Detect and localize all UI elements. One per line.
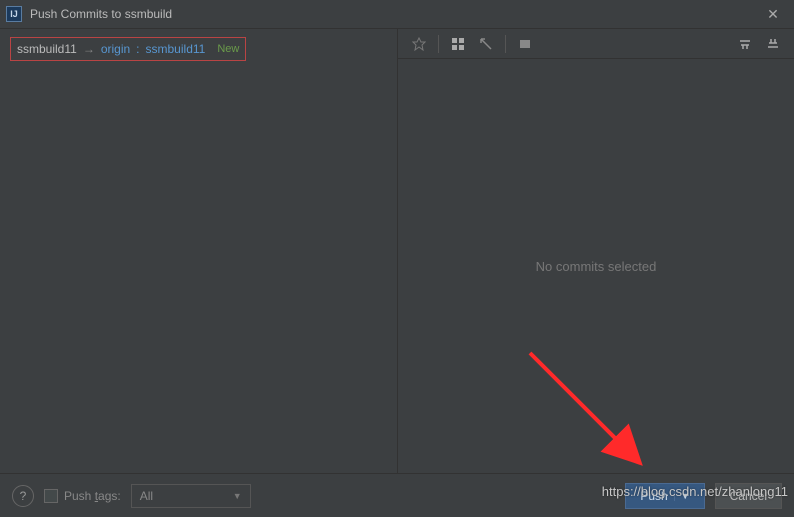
bottom-bar: ? Push tags: All ▼ Push ▼ Cancel xyxy=(0,473,794,517)
push-tags-label: Push tags: xyxy=(64,489,121,503)
push-button-label: Push xyxy=(640,489,667,503)
empty-state: No commits selected xyxy=(398,59,794,473)
push-dropdown-arrow-icon[interactable]: ▼ xyxy=(674,491,690,501)
cancel-button-label: Cancel xyxy=(730,489,767,503)
collapse-all-icon[interactable] xyxy=(734,33,756,55)
diff-toolbar xyxy=(398,29,794,59)
colon: : xyxy=(136,42,139,56)
help-button[interactable]: ? xyxy=(12,485,34,507)
checkbox-icon[interactable] xyxy=(44,489,58,503)
push-tags-combo[interactable]: All ▼ xyxy=(131,484,251,508)
empty-state-text: No commits selected xyxy=(536,259,657,274)
group-by-icon[interactable] xyxy=(447,33,469,55)
app-icon: IJ xyxy=(6,6,22,22)
window-title: Push Commits to ssmbuild xyxy=(30,7,758,21)
arrow-icon: → xyxy=(83,42,95,56)
push-button[interactable]: Push ▼ xyxy=(625,483,704,509)
expand-icon[interactable] xyxy=(475,33,497,55)
separator xyxy=(505,35,506,53)
title-bar: IJ Push Commits to ssmbuild ✕ xyxy=(0,0,794,28)
separator xyxy=(438,35,439,53)
commits-tree-pane: ssmbuild11 → origin : ssmbuild11 New xyxy=(0,29,398,473)
branch-mapping-row[interactable]: ssmbuild11 → origin : ssmbuild11 New xyxy=(10,37,246,61)
close-icon[interactable]: ✕ xyxy=(758,4,788,24)
preview-diff-icon[interactable] xyxy=(514,33,536,55)
remote-branch-name[interactable]: ssmbuild11 xyxy=(146,42,206,56)
expand-all-icon[interactable] xyxy=(762,33,784,55)
new-branch-badge: New xyxy=(217,43,239,55)
diff-pane: No commits selected xyxy=(398,29,794,473)
local-branch-name: ssmbuild11 xyxy=(17,42,77,56)
push-tags-checkbox[interactable]: Push tags: xyxy=(44,489,121,503)
cancel-button[interactable]: Cancel xyxy=(715,483,782,509)
pin-icon[interactable] xyxy=(408,33,430,55)
main-content: ssmbuild11 → origin : ssmbuild11 New xyxy=(0,28,794,473)
chevron-down-icon: ▼ xyxy=(233,491,242,501)
remote-name[interactable]: origin xyxy=(101,42,130,56)
combo-value: All xyxy=(140,489,153,503)
